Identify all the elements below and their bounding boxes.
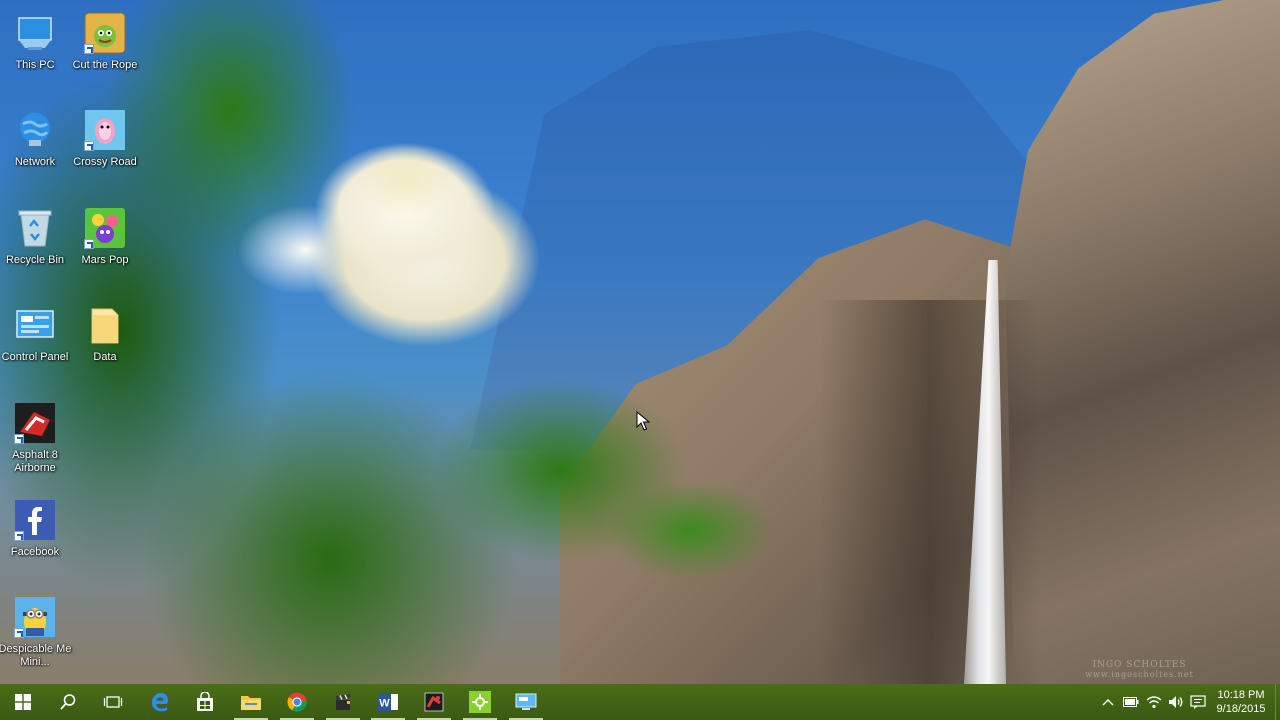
store-icon <box>197 692 213 711</box>
search-icon <box>60 694 76 710</box>
shortcut-arrow-icon <box>14 434 24 444</box>
search-button[interactable] <box>45 684 91 720</box>
action-center-button[interactable] <box>1187 684 1209 720</box>
rock-dome <box>1005 0 1280 684</box>
cut-the-rope-icon <box>84 12 126 54</box>
shortcut-arrow-icon <box>14 628 24 638</box>
shortcut-arrow-icon <box>84 141 94 151</box>
wallpaper-watermark: INGO SCHOLTES www.ingoscholtes.net <box>1085 660 1194 679</box>
show-desktop-button[interactable] <box>1275 684 1280 720</box>
desktop-icon-cut-the-rope[interactable]: Cut the Rope <box>70 8 140 102</box>
word-icon: W <box>378 693 398 711</box>
asphalt-8-icon <box>14 402 56 444</box>
task-view-button[interactable] <box>90 684 136 720</box>
volume-icon <box>1169 696 1183 708</box>
green-app-icon <box>469 691 491 713</box>
desktop-icon-data[interactable]: Data <box>70 300 140 394</box>
green-app-button[interactable] <box>457 684 503 720</box>
monitor-icon <box>515 693 537 710</box>
file-explorer-button[interactable] <box>228 684 274 720</box>
crossy-road-icon <box>84 109 126 151</box>
store-button[interactable] <box>182 684 228 720</box>
keyboard-icon <box>1190 695 1206 709</box>
start-button[interactable] <box>0 684 46 720</box>
remote-desktop-button[interactable] <box>503 684 549 720</box>
recycle-bin-icon <box>14 207 56 249</box>
folder-icon <box>241 696 261 710</box>
desktop-icon-asphalt-8[interactable]: Asphalt 8 Airborne <box>0 398 70 492</box>
clock-time: 10:18 PM <box>1217 689 1265 701</box>
folder-icon <box>84 304 126 346</box>
desktop-icon-this-pc[interactable]: This PC <box>0 8 70 102</box>
desktop-icon-facebook[interactable]: Facebook <box>0 495 70 589</box>
this-pc-icon <box>14 12 56 54</box>
cliff-shadow <box>820 300 1040 684</box>
studio-button[interactable] <box>320 684 366 720</box>
task-view-icon <box>103 696 123 708</box>
chrome-button[interactable] <box>274 684 320 720</box>
chevron-up-icon <box>1102 698 1114 706</box>
desktop-icon-mars-pop[interactable]: Mars Pop <box>70 203 140 297</box>
desktop-wallpaper[interactable]: INGO SCHOLTES www.ingoscholtes.net <box>0 0 1280 684</box>
clock[interactable]: 10:18 PM 9/18/2015 <box>1210 684 1272 720</box>
chrome-icon <box>287 692 307 712</box>
desktop-icon-recycle-bin[interactable]: Recycle Bin <box>0 203 70 297</box>
desktop-icon-despicable-me[interactable]: Despicable Me Mini... <box>0 592 71 686</box>
shortcut-arrow-icon <box>14 531 24 541</box>
shortcut-arrow-icon <box>84 44 94 54</box>
wifi-icon <box>1146 696 1162 709</box>
battery-button[interactable] <box>1120 684 1142 720</box>
word-button[interactable]: W <box>365 684 411 720</box>
mouse-cursor-icon <box>636 410 651 436</box>
recorder-button[interactable] <box>411 684 457 720</box>
clapper-icon <box>336 694 350 710</box>
mars-pop-icon <box>84 207 126 249</box>
edge-button[interactable] <box>137 684 183 720</box>
network-icon <box>14 109 56 151</box>
white-flower-cluster <box>215 70 635 420</box>
desktop-icon-crossy-road[interactable]: Crossy Road <box>70 105 140 199</box>
control-panel-icon <box>14 304 56 346</box>
clock-date: 9/18/2015 <box>1216 703 1266 715</box>
desktop-icon-control-panel[interactable]: Control Panel <box>0 300 70 394</box>
despicable-me-icon <box>14 596 56 638</box>
windows-logo-icon <box>15 694 31 710</box>
recorder-icon <box>424 692 444 712</box>
shortcut-arrow-icon <box>84 239 94 249</box>
volume-button[interactable] <box>1165 684 1187 720</box>
desktop-icon-network[interactable]: Network <box>0 105 70 199</box>
taskbar: W 10:18 PM 9/18/2015 <box>0 684 1280 720</box>
svg-text:W: W <box>379 698 390 710</box>
facebook-icon <box>14 499 56 541</box>
show-hidden-icons-button[interactable] <box>1097 684 1119 720</box>
edge-icon <box>152 693 168 712</box>
network-tray-button[interactable] <box>1143 684 1165 720</box>
battery-icon <box>1123 697 1139 707</box>
